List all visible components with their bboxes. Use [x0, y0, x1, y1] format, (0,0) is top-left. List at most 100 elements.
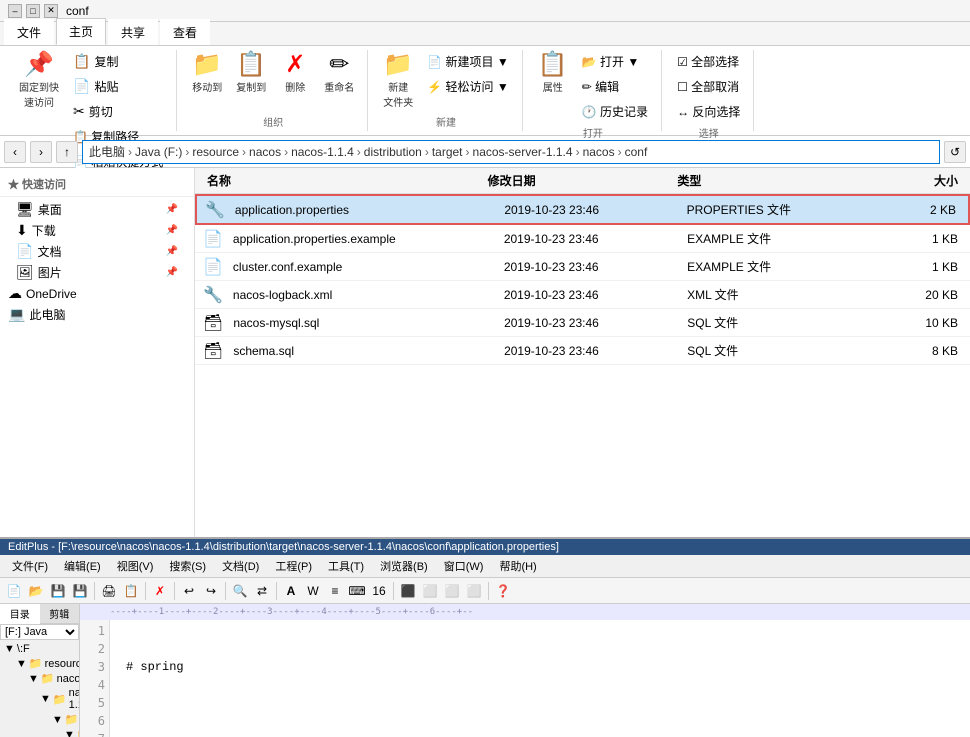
toolbar-replace[interactable]: ⇄ — [252, 581, 272, 601]
file-row[interactable]: 🗃 nacos-mysql.sql 2019-10-23 23:46 SQL 文… — [195, 309, 970, 337]
code-content: 1 2 3 4 5 6 7 8 9 10 11 # spring — [80, 620, 970, 737]
maximize-icon[interactable]: □ — [26, 4, 40, 18]
file-type: XML 文件 — [683, 284, 866, 305]
file-icon: 🔧 — [205, 200, 225, 220]
tab-view[interactable]: 查看 — [160, 19, 210, 45]
toolbar-col[interactable]: ⬜ — [442, 581, 462, 601]
toolbar-redo[interactable]: ↪ — [201, 581, 221, 601]
edit-button[interactable]: ✏ 编辑 — [577, 75, 653, 98]
tree-item-nacos[interactable]: ▼ 📁 nacos — [26, 671, 77, 686]
toolbar-undo[interactable]: ↩ — [179, 581, 199, 601]
toolbar-help[interactable]: ❓ — [493, 581, 513, 601]
quick-access-documents[interactable]: 📄 文档 📌 — [0, 241, 194, 262]
quick-access-downloads[interactable]: ⬇ 下载 📌 — [0, 220, 194, 241]
menu-edit[interactable]: 编辑(E) — [56, 556, 109, 576]
menu-view[interactable]: 视图(V) — [109, 556, 162, 576]
toolbar-sep-6 — [393, 582, 394, 600]
col-type[interactable]: 类型 — [673, 170, 863, 191]
tree-item-resource[interactable]: ▼ 📁 resource — [14, 656, 77, 671]
pin-icon: 📌 — [24, 53, 54, 77]
toolbar-cut[interactable]: ✗ — [150, 581, 170, 601]
file-size: 20 KB — [866, 286, 962, 304]
ribbon: 📌 固定到快速访问 📋 复制 📄 粘贴 ✂ 剪切 📋 复制路径 — [0, 46, 970, 136]
invert-selection-button[interactable]: ↔ 反向选择 — [672, 100, 745, 123]
toolbar-wrap[interactable]: ⬛ — [398, 581, 418, 601]
delete-button[interactable]: ✗ 删除 — [275, 50, 315, 97]
toolbar-highlight[interactable]: ⬜ — [420, 581, 440, 601]
toolbar-bold[interactable]: A — [281, 581, 301, 601]
new-item-button[interactable]: 📄 新建项目 ▼ — [422, 50, 514, 73]
menu-file[interactable]: 文件(F) — [4, 556, 56, 576]
file-row[interactable]: 📄 cluster.conf.example 2019-10-23 23:46 … — [195, 253, 970, 281]
tree-item-root[interactable]: ▼ \:F — [2, 642, 77, 656]
ruler: ----+----1----+----2----+----3----+----4… — [80, 604, 970, 620]
toolbar-extra[interactable]: ⬜ — [464, 581, 484, 601]
file-row[interactable]: 🗃 schema.sql 2019-10-23 23:46 SQL 文件 8 K… — [195, 337, 970, 365]
select-none-button[interactable]: ☐ 全部取消 — [672, 75, 745, 98]
sidebar-onedrive[interactable]: ☁ OneDrive — [0, 283, 194, 304]
move-to-button[interactable]: 📁 移动到 — [187, 50, 227, 97]
tab-file[interactable]: 文件 — [4, 19, 54, 45]
new-folder-button[interactable]: 📁 新建文件夹 — [378, 50, 418, 112]
menu-help[interactable]: 帮助(H) — [491, 556, 544, 576]
copy-button[interactable]: 📋 复制 — [68, 50, 168, 73]
file-row[interactable]: 🔧 application.properties 2019-10-23 23:4… — [195, 194, 970, 225]
menu-tools[interactable]: 工具(T) — [320, 556, 372, 576]
tab-share[interactable]: 共享 — [108, 19, 158, 45]
toolbar-open[interactable]: 📂 — [26, 581, 46, 601]
expand-icon: ▼ — [28, 673, 39, 685]
toolbar-code[interactable]: ⌨ — [347, 581, 367, 601]
rename-button[interactable]: ✏ 重命名 — [319, 50, 359, 97]
quick-access-pictures[interactable]: 🖼 图片 📌 — [0, 262, 194, 283]
forward-button[interactable]: › — [30, 141, 52, 163]
menu-doc[interactable]: 文档(D) — [214, 556, 267, 576]
select-all-button[interactable]: ☑ 全部选择 — [672, 50, 745, 73]
paste-button[interactable]: 📄 粘贴 — [68, 75, 168, 98]
toolbar-find[interactable]: 🔍 — [230, 581, 250, 601]
menu-browser[interactable]: 浏览器(B) — [372, 556, 436, 576]
toolbar-save-all[interactable]: 💾 — [70, 581, 90, 601]
col-size[interactable]: 大小 — [863, 170, 962, 191]
pin-quick-access-button[interactable]: 📌 固定到快速访问 — [14, 50, 64, 112]
copy-to-button[interactable]: 📋 复制到 — [231, 50, 271, 97]
menu-project[interactable]: 工程(P) — [267, 556, 320, 576]
code-lines[interactable]: # spring server.contextPath=/nacos serve… — [110, 620, 970, 737]
file-row[interactable]: 📄 application.properties.example 2019-10… — [195, 225, 970, 253]
sidebar-tab-clip[interactable]: 剪辑 — [40, 604, 80, 624]
address-path[interactable]: 此电脑 › Java (F:) › resource › nacos › nac… — [82, 140, 940, 164]
toolbar-save[interactable]: 💾 — [48, 581, 68, 601]
tree-item-nacos114[interactable]: ▼ 📁 nacos-1.1.4 — [38, 686, 77, 712]
toolbar-new[interactable]: 📄 — [4, 581, 24, 601]
open-button[interactable]: 📂 打开 ▼ — [577, 50, 653, 73]
tab-home[interactable]: 主页 — [56, 18, 106, 45]
cut-button[interactable]: ✂ 剪切 — [68, 100, 168, 123]
back-button[interactable]: ‹ — [4, 141, 26, 163]
expand-icon: ▼ — [64, 729, 75, 737]
easy-access-button[interactable]: ⚡ 轻松访问 ▼ — [422, 75, 514, 98]
drive-select[interactable]: [F:] Java — [0, 624, 79, 640]
minimize-icon[interactable]: – — [8, 4, 22, 18]
close-icon[interactable]: ✕ — [44, 4, 58, 18]
file-size: 2 KB — [865, 201, 960, 219]
sidebar: ★ 快速访问 🖥 桌面 📌 ⬇ 下载 📌 📄 文档 📌 🖼 图片 📌 ☁ One… — [0, 168, 195, 537]
properties-button[interactable]: 📋 属性 — [533, 50, 573, 97]
toolbar-hex[interactable]: 16 — [369, 581, 389, 601]
history-button[interactable]: 🕐 历史记录 — [577, 100, 653, 123]
toolbar-align[interactable]: ≡ — [325, 581, 345, 601]
toolbar-print[interactable]: 🖨 — [99, 581, 119, 601]
col-date[interactable]: 修改日期 — [484, 170, 674, 191]
file-row[interactable]: 🔧 nacos-logback.xml 2019-10-23 23:46 XML… — [195, 281, 970, 309]
quick-access-desktop[interactable]: 🖥 桌面 📌 — [0, 199, 194, 220]
up-button[interactable]: ↑ — [56, 141, 78, 163]
toolbar-font[interactable]: W — [303, 581, 323, 601]
sidebar-thispc[interactable]: 💻 此电脑 — [0, 304, 194, 325]
menu-window[interactable]: 窗口(W) — [436, 556, 492, 576]
menu-search[interactable]: 搜索(S) — [161, 556, 214, 576]
tree-item-target[interactable]: ▼ 📁 target — [62, 727, 77, 737]
editplus-title: EditPlus - [F:\resource\nacos\nacos-1.1.… — [0, 539, 970, 555]
sidebar-tab-dir[interactable]: 目录 — [0, 604, 40, 624]
tree-item-distribution[interactable]: ▼ 📁 distribution — [50, 712, 77, 727]
refresh-button[interactable]: ↺ — [944, 141, 966, 163]
col-name[interactable]: 名称 — [203, 170, 484, 191]
toolbar-print-preview[interactable]: 📋 — [121, 581, 141, 601]
